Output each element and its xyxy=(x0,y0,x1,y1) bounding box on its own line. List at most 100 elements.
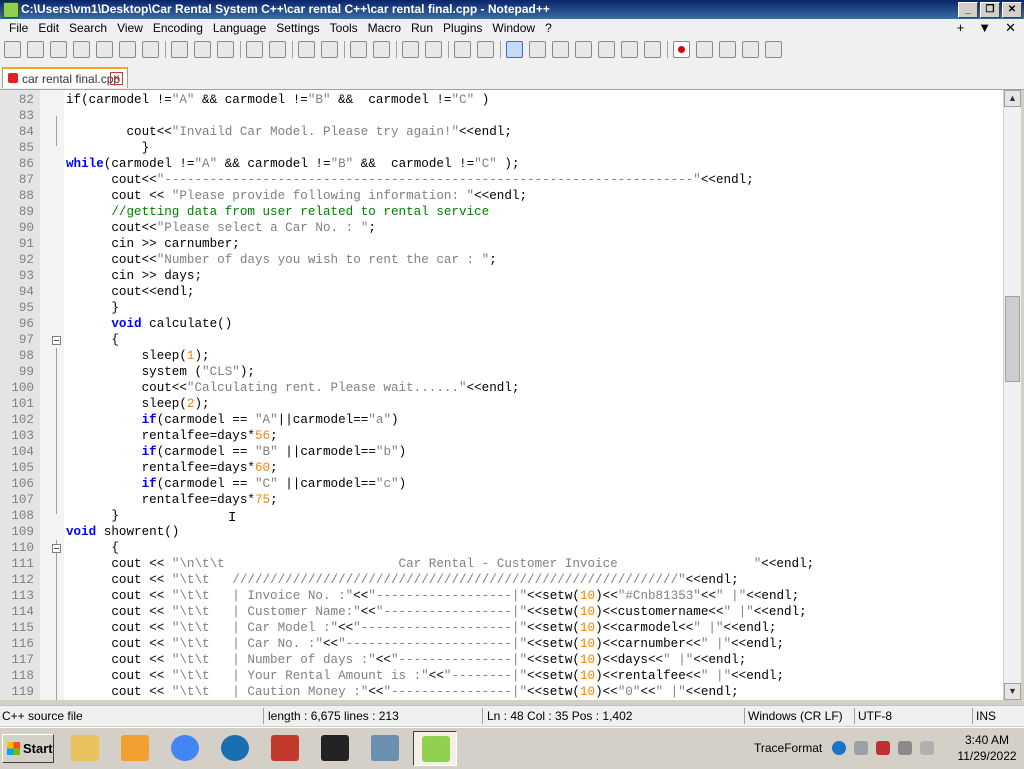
find-icon[interactable] xyxy=(298,41,315,58)
tab-close-icon[interactable]: ✕ xyxy=(110,72,123,85)
tray-traceformat-label[interactable]: TraceFormat xyxy=(754,741,822,755)
close-icon[interactable] xyxy=(96,41,113,58)
play-multiple-icon[interactable] xyxy=(742,41,759,58)
code-line[interactable]: 98 sleep(1); xyxy=(0,348,1003,364)
folder-workspace-icon[interactable] xyxy=(598,41,615,58)
code-line[interactable]: 82 if(carmodel !="A" && carmodel !="B" &&… xyxy=(0,92,1003,108)
zoom-in-icon[interactable] xyxy=(350,41,367,58)
code-line[interactable]: 100 cout<<"Calculating rent. Please wait… xyxy=(0,380,1003,396)
tray-warning-icon[interactable] xyxy=(876,741,890,755)
code-line[interactable]: 94 cout<<endl; xyxy=(0,284,1003,300)
menu-language[interactable]: Language xyxy=(208,21,271,36)
cut-icon[interactable] xyxy=(171,41,188,58)
code-line[interactable]: 86 while(carmodel !="A" && carmodel !="B"… xyxy=(0,156,1003,172)
close-document-icon[interactable]: ✕ xyxy=(1005,20,1016,36)
play-macro-icon[interactable] xyxy=(719,41,736,58)
fold-toggle-icon[interactable] xyxy=(52,336,61,345)
redo-icon[interactable] xyxy=(269,41,286,58)
sync-vertical-icon[interactable] xyxy=(402,41,419,58)
restore-button[interactable]: ❐ xyxy=(980,2,1000,18)
tray-app-icon[interactable] xyxy=(832,741,846,755)
menu-view[interactable]: View xyxy=(112,21,148,36)
code-line[interactable]: 85 } xyxy=(0,140,1003,156)
status-encoding[interactable]: UTF-8 xyxy=(858,709,892,723)
close-window-button[interactable]: ✕ xyxy=(1002,2,1022,18)
vertical-scrollbar[interactable]: ▲ ▼ xyxy=(1003,90,1021,700)
menu-settings[interactable]: Settings xyxy=(271,21,324,36)
taskbar-notepadpp[interactable] xyxy=(413,731,457,766)
taskbar-chrome[interactable] xyxy=(163,731,207,766)
code-line[interactable]: 90 cout<<"Please select a Car No. : "; xyxy=(0,220,1003,236)
taskbar-ccleaner[interactable] xyxy=(213,731,257,766)
status-insert-mode[interactable]: INS xyxy=(976,709,996,723)
scroll-down-arrow-icon[interactable]: ▼ xyxy=(1004,683,1021,700)
code-line[interactable]: 112 cout << "\t\t //////////////////////… xyxy=(0,572,1003,588)
menu-run[interactable]: Run xyxy=(406,21,438,36)
code-line[interactable]: 102 if(carmodel == "A"||carmodel=="a") xyxy=(0,412,1003,428)
notepadpp-app-icon[interactable] xyxy=(3,2,19,18)
eye-icon[interactable] xyxy=(644,41,661,58)
code-line[interactable]: 113 cout << "\t\t | Invoice No. :"<<"---… xyxy=(0,588,1003,604)
code-line[interactable]: 114 cout << "\t\t | Customer Name:"<<"--… xyxy=(0,604,1003,620)
code-line[interactable]: 93 cin >> days; xyxy=(0,268,1003,284)
clock-date[interactable]: 11/29/2022 xyxy=(954,749,1020,763)
fold-toggle-icon[interactable] xyxy=(52,544,61,553)
code-line[interactable]: 118 cout << "\t\t | Your Rental Amount i… xyxy=(0,668,1003,684)
taskbar-notepad[interactable] xyxy=(363,731,407,766)
code-line[interactable]: 101 sleep(2); xyxy=(0,396,1003,412)
code-line[interactable]: 103 rentalfee=days*56; xyxy=(0,428,1003,444)
function-list-icon[interactable] xyxy=(575,41,592,58)
lang-define-icon[interactable] xyxy=(529,41,546,58)
menu-help[interactable]: ? xyxy=(540,21,557,36)
scroll-up-arrow-icon[interactable]: ▲ xyxy=(1004,90,1021,107)
close-all-icon[interactable] xyxy=(119,41,136,58)
zoom-out-icon[interactable] xyxy=(373,41,390,58)
monitoring-icon[interactable] xyxy=(621,41,638,58)
code-line[interactable]: 87 cout<<"------------------------------… xyxy=(0,172,1003,188)
print-icon[interactable] xyxy=(142,41,159,58)
code-line[interactable]: 110 { xyxy=(0,540,1003,556)
menu-edit[interactable]: Edit xyxy=(33,21,64,36)
paste-icon[interactable] xyxy=(217,41,234,58)
taskbar-file-explorer[interactable] xyxy=(63,731,107,766)
open-file-icon[interactable] xyxy=(27,41,44,58)
tab-car-rental-final[interactable]: car rental final.cpp ✕ xyxy=(2,67,128,88)
menu-macro[interactable]: Macro xyxy=(363,21,406,36)
menu-search[interactable]: Search xyxy=(64,21,112,36)
taskbar-antivirus[interactable] xyxy=(263,731,307,766)
code-line[interactable]: 119 cout << "\t\t | Caution Money :"<<"-… xyxy=(0,684,1003,700)
code-line[interactable]: 108 } xyxy=(0,508,1003,524)
minimize-button[interactable]: _ xyxy=(958,2,978,18)
taskbar-7zip[interactable] xyxy=(313,731,357,766)
code-line[interactable]: 104 if(carmodel == "B" ||carmodel=="b") xyxy=(0,444,1003,460)
menu-encoding[interactable]: Encoding xyxy=(148,21,208,36)
code-line[interactable]: 116 cout << "\t\t | Car No. :"<<"-------… xyxy=(0,636,1003,652)
stop-macro-icon[interactable] xyxy=(696,41,713,58)
menu-tools[interactable]: Tools xyxy=(325,21,363,36)
code-line[interactable]: 96 void calculate() xyxy=(0,316,1003,332)
code-line[interactable]: 107 rentalfee=days*75; xyxy=(0,492,1003,508)
save-macro-icon[interactable] xyxy=(765,41,782,58)
code-line[interactable]: 105 rentalfee=days*60; xyxy=(0,460,1003,476)
code-line[interactable]: 115 cout << "\t\t | Car Model :"<<"-----… xyxy=(0,620,1003,636)
tray-volume-icon[interactable] xyxy=(898,741,912,755)
status-eol[interactable]: Windows (CR LF) xyxy=(748,709,843,723)
code-line[interactable]: 91 cin >> carnumber; xyxy=(0,236,1003,252)
replace-icon[interactable] xyxy=(321,41,338,58)
code-line[interactable]: 117 cout << "\t\t | Number of days :"<<"… xyxy=(0,652,1003,668)
code-line[interactable]: 84 cout<<"Invaild Car Model. Please try … xyxy=(0,124,1003,140)
doc-map-icon[interactable] xyxy=(552,41,569,58)
tray-network-icon[interactable] xyxy=(854,741,868,755)
code-line[interactable]: 95 } xyxy=(0,300,1003,316)
code-line[interactable]: 83 xyxy=(0,108,1003,124)
record-macro-icon[interactable] xyxy=(673,41,690,58)
new-tab-plus-icon[interactable]: + xyxy=(957,20,965,36)
copy-icon[interactable] xyxy=(194,41,211,58)
undo-icon[interactable] xyxy=(246,41,263,58)
tray-display-icon[interactable] xyxy=(920,741,934,755)
clock-time[interactable]: 3:40 AM xyxy=(954,733,1020,747)
taskbar-media-player[interactable] xyxy=(113,731,157,766)
word-wrap-icon[interactable] xyxy=(454,41,471,58)
code-line[interactable]: 109 void showrent() xyxy=(0,524,1003,540)
sync-horizontal-icon[interactable] xyxy=(425,41,442,58)
